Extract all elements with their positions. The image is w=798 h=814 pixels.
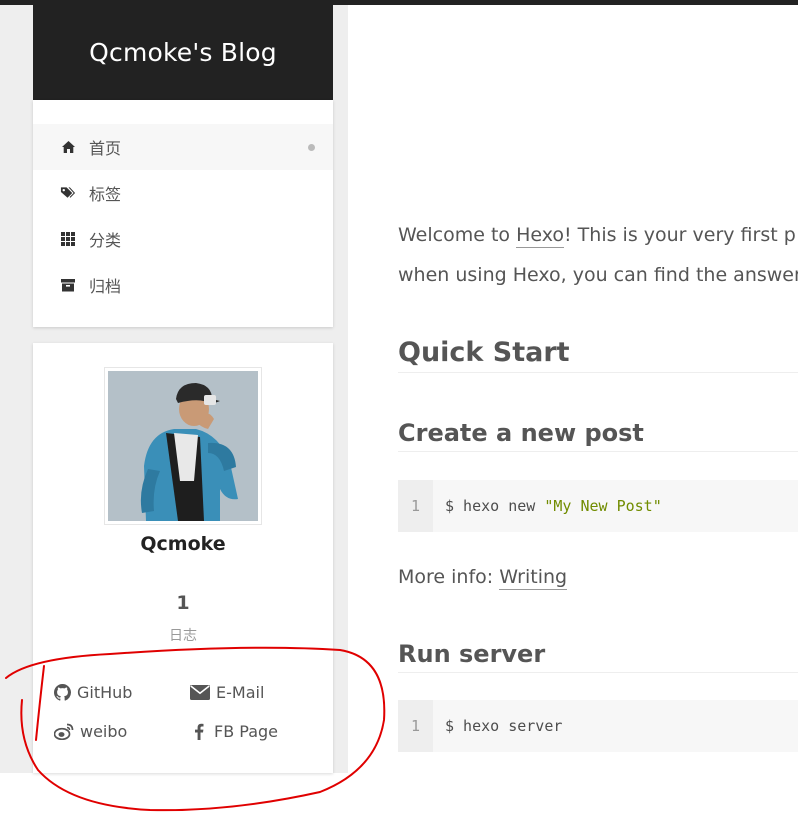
writing-link[interactable]: Writing <box>499 566 568 590</box>
github-link[interactable]: GitHub <box>54 683 132 702</box>
envelope-icon <box>190 685 210 700</box>
post-count-label: 日志 <box>169 628 197 644</box>
heading-run-server: Run server <box>398 640 798 673</box>
more-info-line: More info: Writing <box>398 566 568 590</box>
intro-line-2: when using Hexo, you can find the answer <box>398 264 798 286</box>
home-icon <box>60 139 76 155</box>
code-line: $ hexo server <box>445 717 563 735</box>
menu-label-home: 首页 <box>89 139 122 158</box>
more-info-text: More info: <box>398 566 500 588</box>
avatar[interactable] <box>104 367 262 525</box>
email-link-label: E-Mail <box>216 683 265 702</box>
code-block-server: 1 $ hexo server <box>398 700 798 752</box>
menu-item-home[interactable]: 首页 <box>33 124 333 170</box>
intro-text-cont: ! This is your very first p <box>564 224 796 246</box>
avatar-image <box>108 371 258 521</box>
menu-item-archives[interactable]: 归档 <box>33 262 333 308</box>
active-indicator-dot <box>308 144 315 151</box>
site-nav-menu: 首页 标签 分类 归档 <box>33 100 333 327</box>
heading-quick-start: Quick Start <box>398 337 798 373</box>
code-command: $ hexo new <box>445 497 545 515</box>
weibo-icon <box>54 723 74 740</box>
sidebar-profile: Qcmoke 1 日志 GitHub E-Mail weibo FB Page <box>33 343 333 773</box>
code-string: "My New Post" <box>544 497 662 515</box>
heading-create-post: Create a new post <box>398 419 798 452</box>
github-link-label: GitHub <box>77 683 133 702</box>
facebook-icon <box>194 723 204 740</box>
th-icon <box>60 231 76 247</box>
post-body: Welcome to Hexo! This is your very first… <box>398 0 798 814</box>
menu-item-tags[interactable]: 标签 <box>33 170 333 216</box>
menu-label-tags: 标签 <box>89 185 122 204</box>
weibo-link-label: weibo <box>80 722 128 741</box>
github-icon <box>54 684 71 701</box>
code-line: $ hexo new "My New Post" <box>445 480 662 532</box>
code-block-new-post: 1 $ hexo new "My New Post" <box>398 480 798 532</box>
menu-label-archives: 归档 <box>89 277 122 296</box>
site-header: Qcmoke's Blog <box>33 5 333 100</box>
email-link[interactable]: E-Mail <box>190 683 264 702</box>
author-name: Qcmoke <box>140 533 226 555</box>
fb-page-link-label: FB Page <box>214 722 278 741</box>
intro-text: Welcome to <box>398 224 517 246</box>
fb-page-link[interactable]: FB Page <box>194 722 278 741</box>
tags-icon <box>60 185 76 201</box>
menu-item-categories[interactable]: 分类 <box>33 216 333 262</box>
hexo-link[interactable]: Hexo <box>516 224 565 248</box>
archive-icon <box>60 277 76 293</box>
menu-label-categories: 分类 <box>89 231 122 250</box>
code-line-number: 1 <box>398 700 433 752</box>
intro-line-1: Welcome to Hexo! This is your very first… <box>398 224 796 248</box>
weibo-link[interactable]: weibo <box>54 722 127 741</box>
code-line-number: 1 <box>398 480 433 532</box>
site-title[interactable]: Qcmoke's Blog <box>89 38 277 67</box>
post-count[interactable]: 1 <box>33 592 333 614</box>
